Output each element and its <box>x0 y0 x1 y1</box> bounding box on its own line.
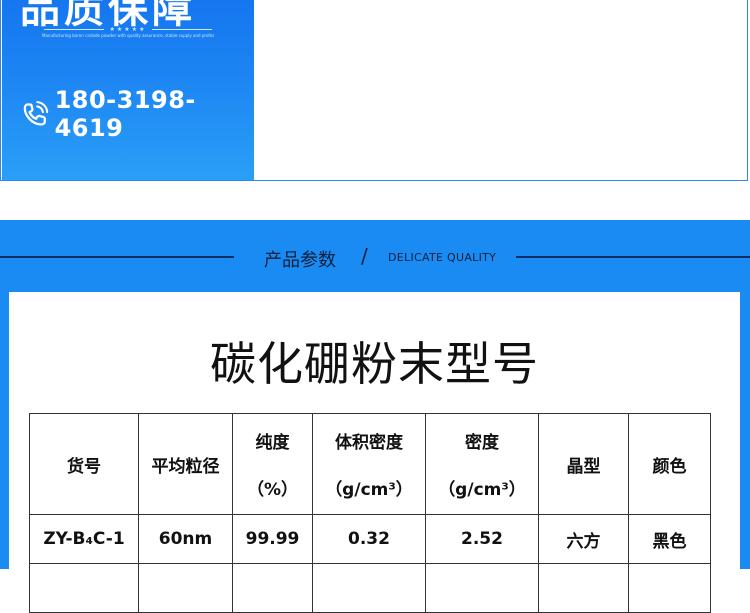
phone-icon <box>23 101 49 126</box>
tagline-text: Manufacturing boron carbide powder with … <box>42 33 214 38</box>
table-cell: 0.32 <box>312 514 426 564</box>
phone-row[interactable]: 180-3198-4619 <box>22 86 254 142</box>
header-crystal: 晶型 <box>538 413 629 515</box>
header-label: 密度 <box>465 433 499 453</box>
table-cell: 60nm <box>138 514 233 564</box>
table-cell <box>538 563 629 613</box>
table-row <box>29 563 711 613</box>
header-label: 纯度 <box>255 433 290 453</box>
header-unit: （g/cm³） <box>438 480 526 500</box>
header-item-no: 货号 <box>29 413 139 515</box>
card-title: 碳化硼粉末型号 <box>210 337 539 391</box>
section-title-cn: 产品参数 <box>264 250 336 271</box>
header-label: 颜色 <box>652 456 687 477</box>
table-row: ZY-B₄C-1 60nm 99.99 0.32 2.52 六方 黑色 <box>29 514 711 564</box>
header-avg-size: 平均粒径 <box>138 413 233 515</box>
header-line-left <box>0 256 234 258</box>
divider-line-left <box>43 29 104 30</box>
header-label: 货号 <box>67 456 101 477</box>
table-cell <box>29 563 139 613</box>
header-label: 晶型 <box>566 456 601 477</box>
stars-icon: ★★★★★ <box>109 26 147 33</box>
table-cell: ZY-B₄C-1 <box>29 514 139 564</box>
stars-divider: ★★★★★ <box>2 26 254 33</box>
section-title-slash: / <box>361 244 368 268</box>
spec-table: 货号 平均粒径 纯度 （%） 体积密度 （g/cm³） 密度 （g/cm³） 晶型 颜… <box>29 413 711 613</box>
table-cell: 99.99 <box>232 514 313 564</box>
table-cell <box>628 563 711 613</box>
header-density: 密度 （g/cm³） <box>425 413 539 515</box>
table-cell <box>425 563 539 613</box>
header-unit: （%） <box>246 480 299 500</box>
table-cell: 2.52 <box>425 514 539 564</box>
header-unit: （g/cm³） <box>325 480 413 500</box>
phone-number[interactable]: 180-3198-4619 <box>55 86 254 142</box>
quality-panel: 品质保障 ★★★★★ Manufacturing boron carbide p… <box>2 0 254 180</box>
table-cell: 六方 <box>538 514 629 564</box>
table-cell <box>312 563 426 613</box>
section-header: 产品参数 / DELICATE QUALITY <box>0 220 750 292</box>
header-bulk-density: 体积密度 （g/cm³） <box>312 413 426 515</box>
header-line-right <box>516 256 750 258</box>
table-cell <box>138 563 233 613</box>
header-color: 颜色 <box>628 413 711 515</box>
top-banner: 品质保障 ★★★★★ Manufacturing boron carbide p… <box>0 0 750 184</box>
header-purity: 纯度 （%） <box>232 413 313 515</box>
section-title-en: DELICATE QUALITY <box>388 251 497 264</box>
divider-line-right <box>152 29 213 30</box>
table-cell: 黑色 <box>628 514 711 564</box>
table-header-row: 货号 平均粒径 纯度 （%） 体积密度 （g/cm³） 密度 （g/cm³） 晶型 颜… <box>29 413 711 515</box>
header-label: 体积密度 <box>335 433 403 453</box>
table-cell <box>232 563 313 613</box>
header-label: 平均粒径 <box>151 456 220 477</box>
